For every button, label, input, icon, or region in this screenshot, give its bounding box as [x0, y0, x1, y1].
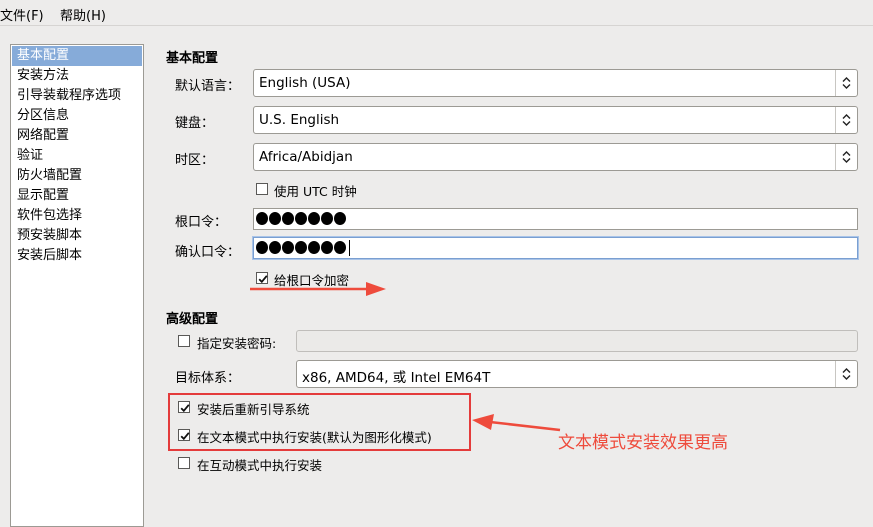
- sidebar-item-bootloader[interactable]: 引导装载程序选项: [12, 86, 142, 106]
- interactive-mode-checkbox[interactable]: [178, 457, 190, 469]
- basic-config-title: 基本配置: [166, 51, 219, 66]
- password-dot: [269, 212, 281, 225]
- sidebar-item-basic-config[interactable]: 基本配置: [12, 46, 142, 66]
- confirm-password-input[interactable]: [253, 237, 858, 259]
- red-arrow-left-icon: [472, 414, 561, 432]
- sidebar-item-network[interactable]: 网络配置: [12, 126, 142, 146]
- sidebar-item-packages[interactable]: 软件包选择: [12, 206, 142, 226]
- keyboard-label: 键盘：: [175, 116, 215, 131]
- sidebar-item-install-method[interactable]: 安装方法: [12, 66, 142, 86]
- install-key-input[interactable]: [296, 330, 858, 352]
- password-dot: [256, 241, 268, 254]
- password-dot: [308, 241, 320, 254]
- updown-arrow-icon: [835, 144, 857, 170]
- install-key-label: 指定安装密码:: [197, 336, 277, 351]
- utc-label: 使用 UTC 时钟: [274, 184, 357, 199]
- advanced-config-title: 高级配置: [166, 312, 219, 327]
- utc-checkbox[interactable]: [256, 183, 268, 195]
- timezone-combo[interactable]: Africa/Abidjan: [253, 143, 858, 171]
- sidebar-item-auth[interactable]: 验证: [12, 146, 142, 166]
- updown-arrow-icon: [835, 107, 857, 133]
- password-dot: [295, 241, 307, 254]
- root-password-input[interactable]: [253, 208, 858, 230]
- password-dot: [282, 241, 294, 254]
- sidebar-item-firewall[interactable]: 防火墙配置: [12, 166, 142, 186]
- timezone-value: Africa/Abidjan: [259, 149, 353, 165]
- menu-bar: 文件(F) 帮助(H): [0, 0, 873, 26]
- menu-file[interactable]: 文件(F): [0, 5, 44, 24]
- arch-label: 目标体系：: [175, 371, 241, 386]
- sidebar-item-pre-script[interactable]: 预安装脚本: [12, 226, 142, 246]
- updown-arrow-icon: [835, 361, 857, 387]
- menu-help[interactable]: 帮助(H): [60, 5, 106, 24]
- password-dot: [321, 212, 333, 225]
- highlight-box: [168, 393, 471, 451]
- language-value: English (USA): [259, 75, 351, 91]
- timezone-label: 时区：: [175, 153, 215, 168]
- root-password-label: 根口令：: [175, 215, 228, 230]
- password-dot: [334, 241, 346, 254]
- password-dot: [321, 241, 333, 254]
- password-dot: [269, 241, 281, 254]
- sidebar-item-partition[interactable]: 分区信息: [12, 106, 142, 126]
- password-mask: [256, 212, 346, 225]
- password-dot: [308, 212, 320, 225]
- sidebar-item-display[interactable]: 显示配置: [12, 186, 142, 206]
- interactive-mode-label: 在互动模式中执行安装: [197, 458, 323, 473]
- red-arrow-right-icon: [250, 282, 386, 296]
- arch-value: x86, AMD64, 或 Intel EM64T: [302, 370, 491, 386]
- password-dot: [334, 212, 346, 225]
- keyboard-combo[interactable]: U.S. English: [253, 106, 858, 134]
- arch-combo[interactable]: x86, AMD64, 或 Intel EM64T: [296, 360, 858, 388]
- text-cursor: [349, 240, 350, 256]
- password-dot: [295, 212, 307, 225]
- sidebar-item-post-script[interactable]: 安装后脚本: [12, 246, 142, 266]
- language-combo[interactable]: English (USA): [253, 69, 858, 97]
- password-mask: [256, 240, 350, 256]
- updown-arrow-icon: [835, 70, 857, 96]
- confirm-password-label: 确认口令：: [175, 245, 241, 260]
- sidebar-nav: 基本配置 安装方法 引导装载程序选项 分区信息 网络配置 验证 防火墙配置 显示…: [10, 44, 144, 527]
- install-key-checkbox[interactable]: [178, 335, 190, 347]
- keyboard-value: U.S. English: [259, 112, 340, 128]
- password-dot: [256, 212, 268, 225]
- password-dot: [282, 212, 294, 225]
- language-label: 默认语言：: [175, 79, 241, 94]
- annotation-text: 文本模式安装效果更高: [558, 433, 728, 453]
